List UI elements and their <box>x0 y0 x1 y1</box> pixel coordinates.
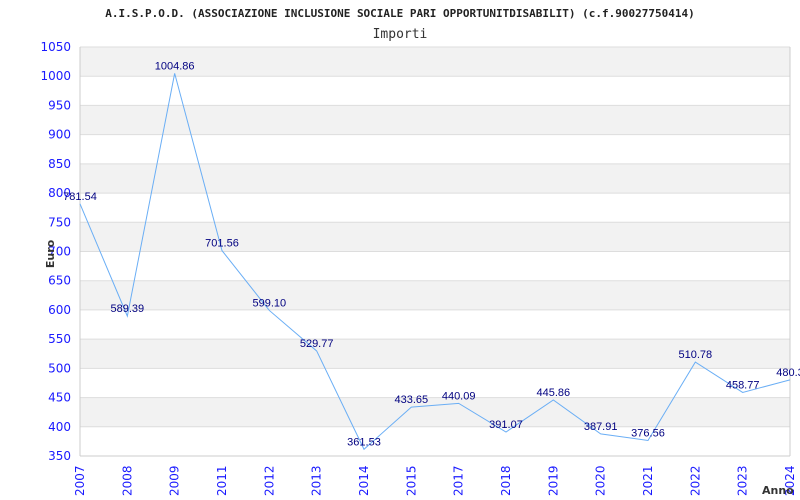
x-axis-label: Anno <box>762 484 794 497</box>
data-label: 440.09 <box>442 390 476 402</box>
data-label: 387.91 <box>584 421 618 433</box>
data-label: 391.07 <box>489 419 523 431</box>
y-tick-label: 1000 <box>40 69 71 83</box>
line-chart: A.I.S.P.O.D. (ASSOCIAZIONE INCLUSIONE SO… <box>40 7 800 497</box>
x-tick-label: 2018 <box>499 465 513 496</box>
data-label: 701.56 <box>205 238 239 250</box>
grid-band <box>80 105 790 135</box>
x-tick-label: 2012 <box>262 465 276 496</box>
data-label: 1004.86 <box>155 60 195 72</box>
x-tick-label: 2021 <box>641 465 655 496</box>
x-tick-label: 2015 <box>404 465 418 496</box>
x-tick-label: 2020 <box>594 465 608 496</box>
data-label: 433.65 <box>395 394 429 406</box>
chart-subtitle: Importi <box>373 27 428 42</box>
y-tick-label: 450 <box>48 391 71 405</box>
x-tick-label: 2013 <box>310 465 324 496</box>
y-tick-label: 500 <box>48 361 71 375</box>
data-label: 480.3 <box>776 367 800 379</box>
x-tick-label: 2023 <box>736 465 750 496</box>
grid-band <box>80 222 790 252</box>
y-tick-label: 850 <box>48 157 71 171</box>
grid-band <box>80 163 790 194</box>
x-tick-label: 2007 <box>73 465 87 496</box>
data-label: 781.54 <box>63 191 97 203</box>
data-label: 376.56 <box>631 427 665 439</box>
data-label: 361.53 <box>347 436 381 448</box>
x-tick-label: 2017 <box>452 465 466 496</box>
data-label: 445.86 <box>537 387 571 399</box>
x-tick-label: 2009 <box>168 465 182 496</box>
x-tick-label: 2022 <box>688 465 702 496</box>
data-label: 589.39 <box>111 303 145 315</box>
y-tick-label: 650 <box>48 274 71 288</box>
y-tick-label: 550 <box>48 332 71 346</box>
y-tick-label: 1050 <box>40 40 71 54</box>
data-label: 529.77 <box>300 338 334 350</box>
x-tick-label: 2019 <box>546 465 560 496</box>
grid-band <box>80 397 790 427</box>
x-tick-label: 2014 <box>357 465 371 496</box>
y-axis-label: Euro <box>44 239 57 268</box>
x-tick-label: 2011 <box>215 465 229 496</box>
y-tick-label: 950 <box>48 98 71 112</box>
x-tick-label: 2008 <box>120 465 134 496</box>
y-tick-label: 900 <box>48 128 71 142</box>
data-label: 510.78 <box>679 349 713 361</box>
y-tick-label: 750 <box>48 215 71 229</box>
y-tick-label: 600 <box>48 303 71 317</box>
y-tick-label: 400 <box>48 420 71 434</box>
grid-band <box>80 280 790 310</box>
y-tick-label: 350 <box>48 449 71 463</box>
chart-title: A.I.S.P.O.D. (ASSOCIAZIONE INCLUSIONE SO… <box>105 7 694 20</box>
data-label: 458.77 <box>726 379 760 391</box>
data-label: 599.10 <box>253 297 287 309</box>
